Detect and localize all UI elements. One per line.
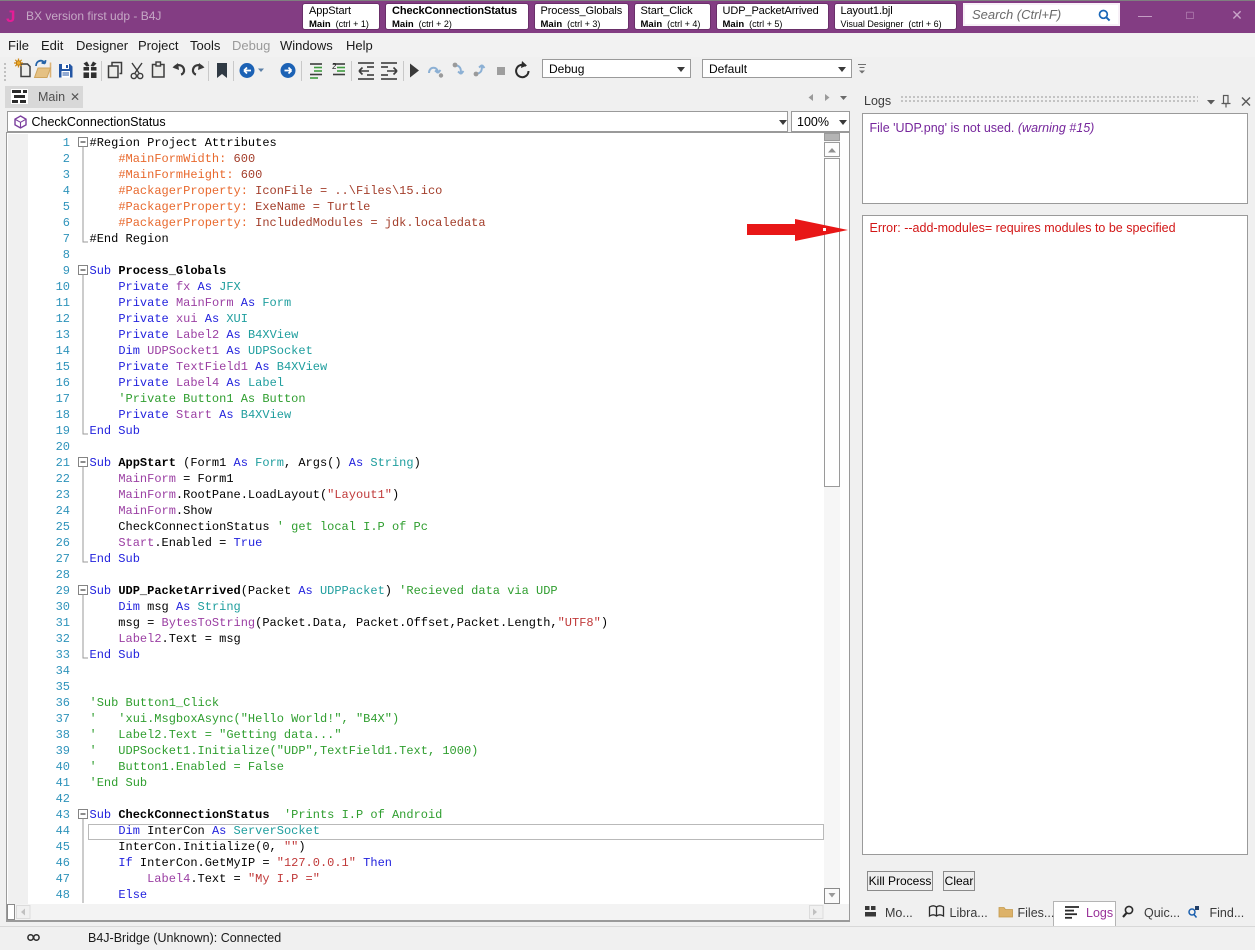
svg-text:2: 2	[332, 62, 337, 71]
